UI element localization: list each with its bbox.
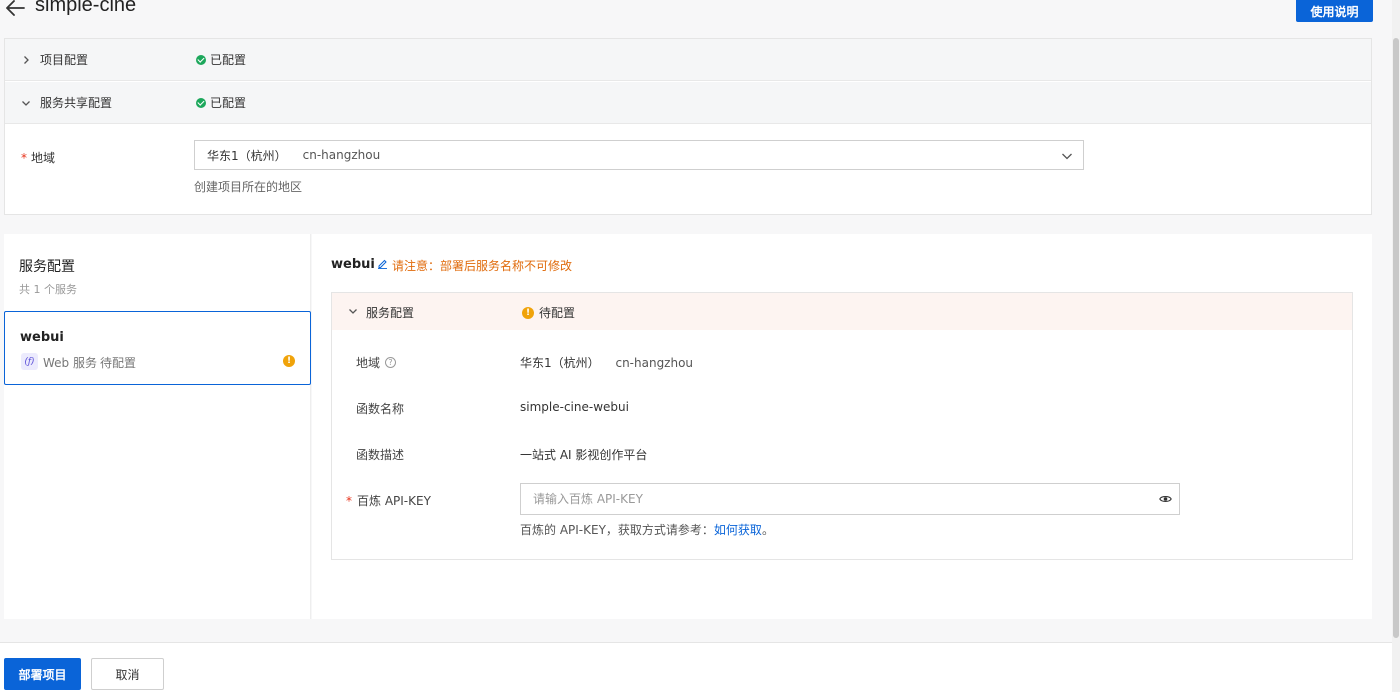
services-list-title: 服务配置 — [19, 259, 75, 275]
region-select-value: 华东1（杭州） — [207, 148, 287, 163]
project-config-card: 项目配置 已配置 服务共享配置 已配置 * 地域 华东1（杭州） cn-hangz… — [4, 38, 1372, 215]
edit-icon — [378, 259, 387, 269]
service-item-webui[interactable]: webui (ƒ) Web 服务 待配置 ! — [4, 311, 311, 385]
status-text: 已配置 — [210, 53, 247, 67]
chevron-down-icon — [1062, 153, 1072, 160]
page-title: simple-cine — [35, 0, 137, 16]
status-text: 已配置 — [210, 96, 247, 110]
services-count: 共 1 个服务 — [19, 283, 77, 296]
function-desc-label: 函数描述 — [356, 448, 405, 462]
service-detail-panel: webui 请注意：部署后服务名称不可修改 服务配置 ! 待配置 地域 ? 华东… — [312, 234, 1372, 619]
chevron-down-icon — [22, 100, 30, 106]
eye-icon[interactable] — [1159, 493, 1172, 505]
function-icon: (ƒ) — [21, 353, 38, 370]
service-item-name: webui — [20, 330, 64, 345]
page-scrollbar[interactable] — [1392, 0, 1400, 692]
project-config-label: 项目配置 — [40, 53, 89, 67]
help-icon[interactable]: ? — [385, 357, 397, 368]
required-mark: * — [21, 151, 27, 165]
usage-guide-button[interactable]: 使用说明 — [1296, 0, 1373, 22]
detail-region-value: 华东1（杭州） cn-hangzhou — [520, 356, 694, 370]
service-config-header[interactable]: 服务配置 ! 待配置 — [332, 293, 1352, 330]
apikey-input[interactable] — [520, 483, 1180, 515]
chevron-down-icon — [349, 309, 357, 314]
back-arrow-icon[interactable] — [4, 0, 28, 20]
shared-service-config-label: 服务共享配置 — [40, 96, 113, 110]
page: simple-cine 使用说明 项目配置 已配置 服务共享配置 已配置 * 地域 — [0, 0, 1400, 692]
function-name-value: simple-cine-webui — [520, 400, 629, 414]
apikey-label: * 百炼 API-KEY — [346, 493, 431, 509]
apikey-hint: 百炼的 API-KEY，获取方式请参考：如何获取。 — [520, 523, 774, 537]
scrollbar-thumb[interactable] — [1393, 38, 1399, 638]
cancel-button[interactable]: 取消 — [91, 658, 164, 690]
function-desc-value: 一站式 AI 影视创作平台 — [520, 448, 648, 462]
region-select-code: cn-hangzhou — [302, 148, 381, 162]
deploy-project-button[interactable]: 部署项目 — [4, 658, 81, 690]
shared-service-config-row[interactable]: 服务共享配置 已配置 — [5, 82, 1371, 124]
service-config-status: ! 待配置 — [522, 304, 575, 321]
shared-service-config-status: 已配置 — [196, 94, 246, 111]
warning-icon: ! — [522, 306, 534, 319]
warning-icon: ! — [283, 355, 295, 367]
region-field-label: * 地域 — [21, 151, 56, 165]
detail-region-label: 地域 ? — [356, 354, 397, 371]
project-config-row[interactable]: 项目配置 已配置 — [5, 39, 1371, 81]
service-item-type: Web 服务 — [43, 356, 97, 370]
service-config-label: 服务配置 — [366, 306, 415, 320]
services-list-panel: 服务配置 共 1 个服务 webui (ƒ) Web 服务 待配置 ! — [4, 234, 311, 619]
function-name-label: 函数名称 — [356, 402, 405, 416]
check-circle-icon — [196, 54, 206, 65]
chevron-right-icon — [24, 55, 29, 64]
region-hint: 创建项目所在的地区 — [194, 180, 303, 194]
status-text: 待配置 — [539, 306, 576, 320]
how-to-get-link[interactable]: 如何获取 — [714, 523, 762, 537]
service-item-state: 待配置 — [100, 356, 137, 370]
footer-bar: 部署项目 取消 — [0, 642, 1392, 692]
project-config-status: 已配置 — [196, 51, 246, 68]
service-config-card: 服务配置 ! 待配置 地域 ? 华东1（杭州） cn-hangzhou 函数名称… — [331, 292, 1353, 560]
service-detail-name: webui — [331, 257, 375, 272]
detail-region-code: cn-hangzhou — [615, 356, 694, 370]
service-name-notice: 请注意：部署后服务名称不可修改 — [392, 259, 573, 273]
region-select[interactable]: 华东1（杭州） cn-hangzhou — [194, 140, 1084, 170]
check-circle-icon — [196, 97, 206, 108]
required-mark: * — [346, 493, 352, 508]
